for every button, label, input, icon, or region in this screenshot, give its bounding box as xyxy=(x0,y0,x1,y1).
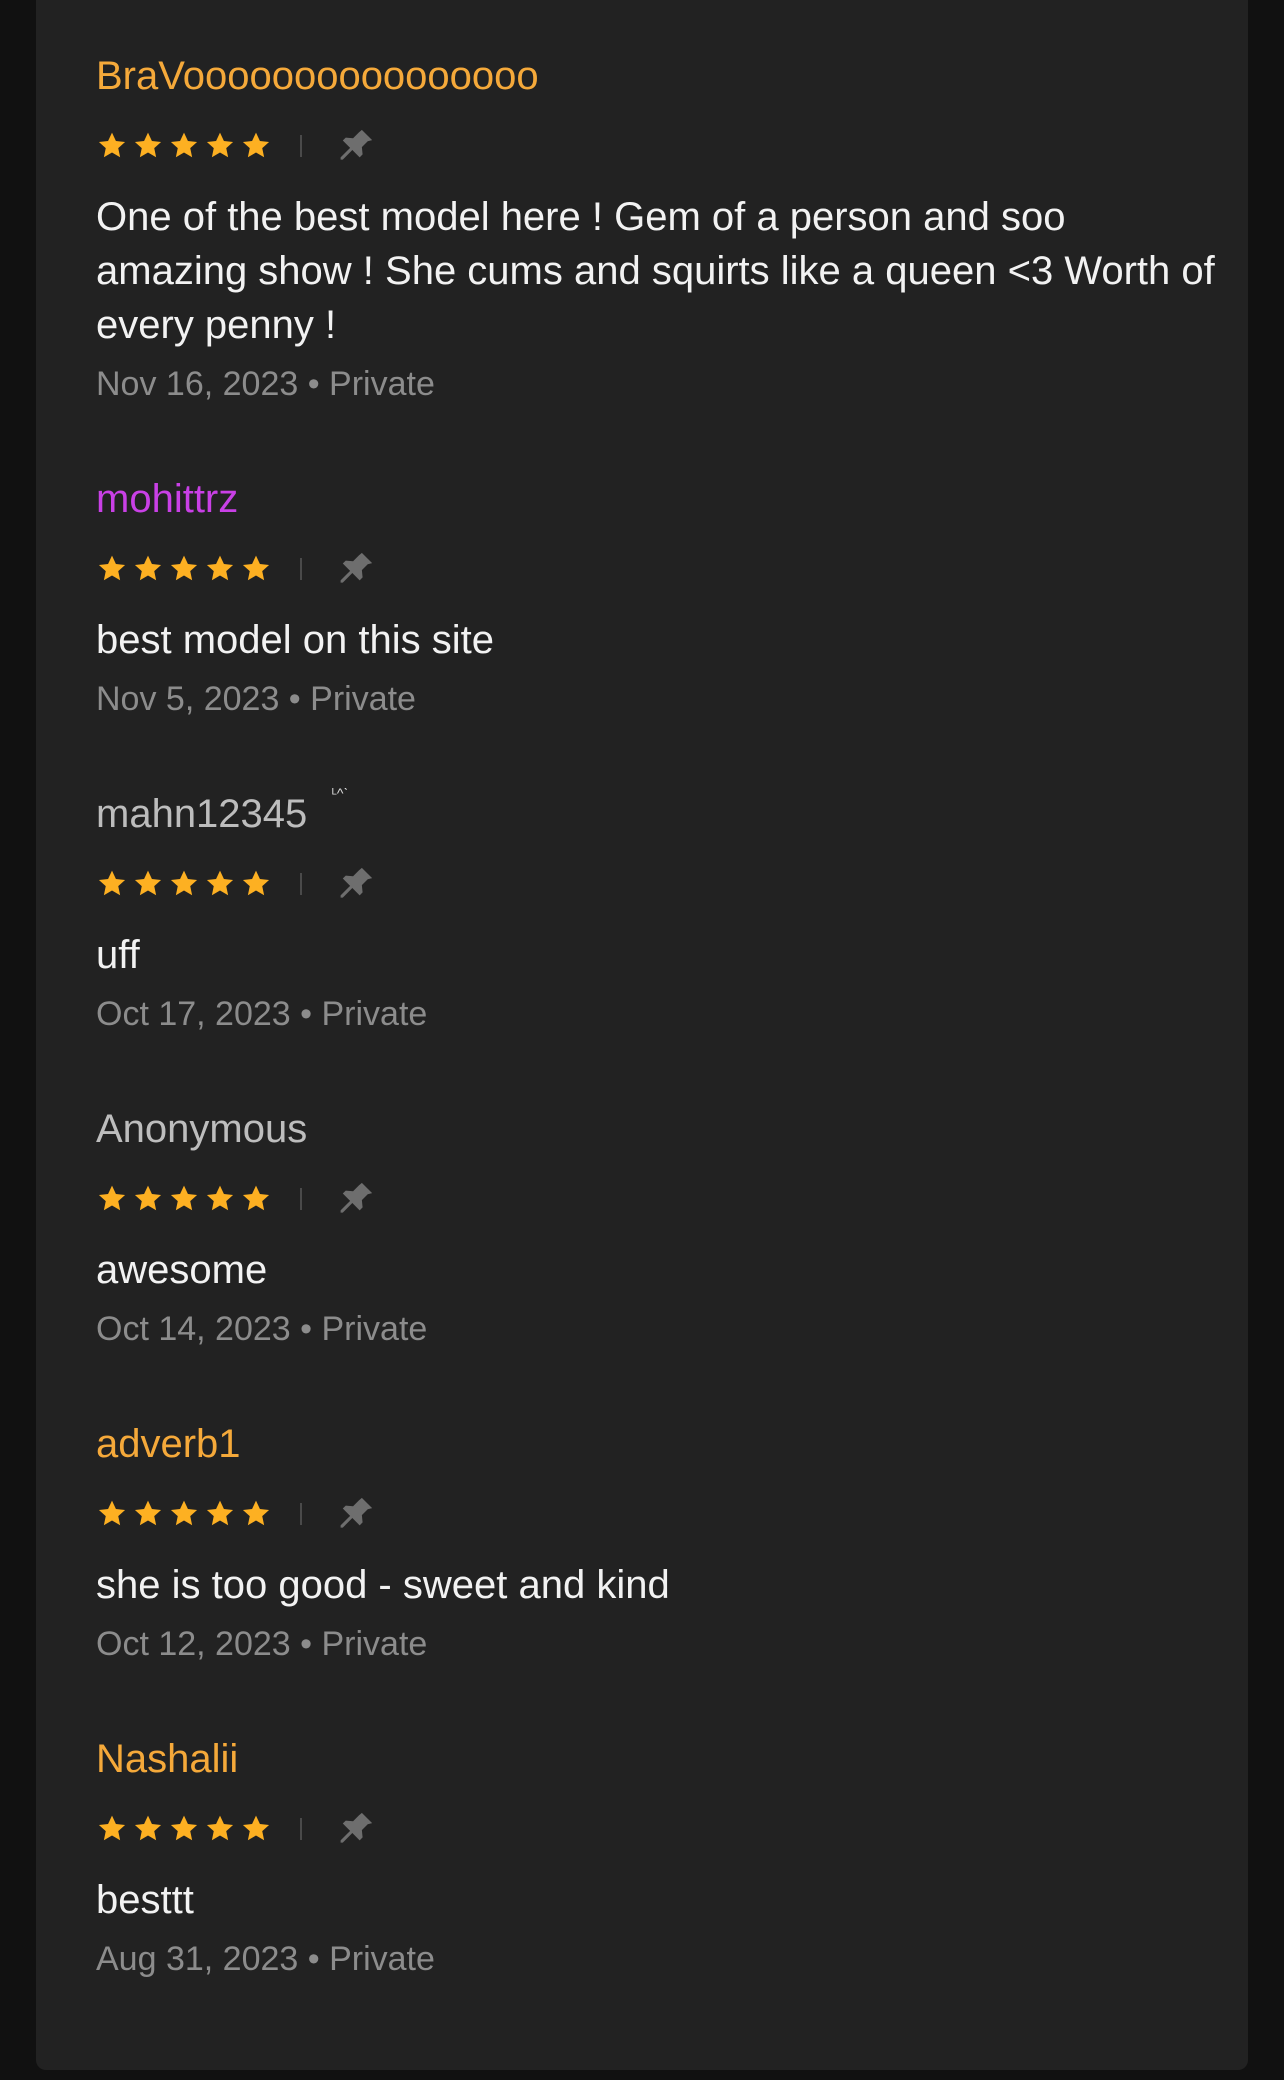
pin-icon[interactable] xyxy=(334,547,378,591)
rating-divider xyxy=(300,1188,302,1210)
star-icon xyxy=(240,553,272,585)
review-date-visibility: Oct 14, 2023 • Private xyxy=(96,1310,428,1348)
star-icon xyxy=(240,868,272,900)
rating-row xyxy=(96,126,1216,166)
reviewer-badge: ᴸ^ˋ xyxy=(332,785,349,801)
review-item: mohittrz best model on this site Nov 5, 20… xyxy=(96,475,1216,721)
star-icon xyxy=(132,1183,164,1215)
review-date-visibility: Oct 17, 2023 • Private xyxy=(96,995,428,1033)
review-date-visibility: Aug 31, 2023 • Private xyxy=(96,1940,435,1978)
star-icon xyxy=(168,553,200,585)
pin-icon[interactable] xyxy=(334,1807,378,1851)
rating-row xyxy=(96,1809,1216,1849)
rating-row xyxy=(96,864,1216,904)
rating-divider xyxy=(300,135,302,157)
star-icon xyxy=(168,1183,200,1215)
star-icon xyxy=(168,1498,200,1530)
review-text: awesome xyxy=(96,1248,268,1292)
star-icon xyxy=(240,130,272,162)
star-rating xyxy=(96,1183,272,1215)
rating-divider xyxy=(300,1503,302,1525)
review-item: Nashalii besttt Aug 31, 2023 • Private xyxy=(96,1735,1216,1981)
pin-icon[interactable] xyxy=(334,124,378,168)
star-rating xyxy=(96,868,272,900)
star-icon xyxy=(204,1183,236,1215)
reviewer-name[interactable]: Nashalii xyxy=(96,1735,238,1783)
star-icon xyxy=(96,1498,128,1530)
star-icon xyxy=(240,1183,272,1215)
review-item: BraVoooooooooooooooo One of the best mode… xyxy=(96,52,1216,406)
rating-divider xyxy=(300,1818,302,1840)
review-date-visibility: Nov 5, 2023 • Private xyxy=(96,680,416,718)
star-rating xyxy=(96,553,272,585)
rating-row xyxy=(96,1494,1216,1534)
star-icon xyxy=(132,868,164,900)
star-icon xyxy=(132,553,164,585)
reviewer-name[interactable]: BraVoooooooooooooooo xyxy=(96,52,539,100)
rating-row xyxy=(96,549,1216,589)
star-icon xyxy=(132,1498,164,1530)
rating-row xyxy=(96,1179,1216,1219)
review-item: mahn12345 ᴸ^ˋ uff Oct 17, 2023 • Private xyxy=(96,786,1216,1036)
review-date-visibility: Nov 16, 2023 • Private xyxy=(96,365,435,403)
rating-divider xyxy=(300,873,302,895)
review-item: Anonymous awesome Oct 14, 2023 • Private xyxy=(96,1105,1216,1351)
star-icon xyxy=(204,130,236,162)
reviewer-name[interactable]: mohittrz xyxy=(96,475,238,523)
star-rating xyxy=(96,1813,272,1845)
review-text: One of the best model here ! Gem of a pe… xyxy=(96,195,1215,347)
star-icon xyxy=(204,1498,236,1530)
star-icon xyxy=(204,868,236,900)
star-icon xyxy=(96,868,128,900)
star-icon xyxy=(204,1813,236,1845)
star-rating xyxy=(96,130,272,162)
reviewer-name[interactable]: Anonymous xyxy=(96,1105,307,1153)
review-text: best model on this site xyxy=(96,618,494,662)
review-text: besttt xyxy=(96,1878,194,1922)
star-icon xyxy=(168,1813,200,1845)
pin-icon[interactable] xyxy=(334,1177,378,1221)
star-icon xyxy=(204,553,236,585)
review-item: adverb1 she is too good - sweet and kind O… xyxy=(96,1420,1216,1666)
review-text: she is too good - sweet and kind xyxy=(96,1563,670,1607)
star-icon xyxy=(96,1813,128,1845)
star-icon xyxy=(132,130,164,162)
pin-icon[interactable] xyxy=(334,862,378,906)
reviewer-name[interactable]: adverb1 xyxy=(96,1420,241,1468)
rating-divider xyxy=(300,558,302,580)
star-icon xyxy=(96,130,128,162)
star-icon xyxy=(96,1183,128,1215)
star-icon xyxy=(168,130,200,162)
star-icon xyxy=(240,1498,272,1530)
star-icon xyxy=(96,553,128,585)
star-icon xyxy=(240,1813,272,1845)
reviewer-name[interactable]: mahn12345 ᴸ^ˋ xyxy=(96,786,348,838)
star-icon xyxy=(168,868,200,900)
pin-icon[interactable] xyxy=(334,1492,378,1536)
reviews-panel: · BraVooooooooooooooooOne of the best mo… xyxy=(36,0,1248,2070)
review-text: uff xyxy=(96,933,140,977)
star-icon xyxy=(132,1813,164,1845)
review-date-visibility: Oct 12, 2023 • Private xyxy=(96,1625,428,1663)
star-rating xyxy=(96,1498,272,1530)
